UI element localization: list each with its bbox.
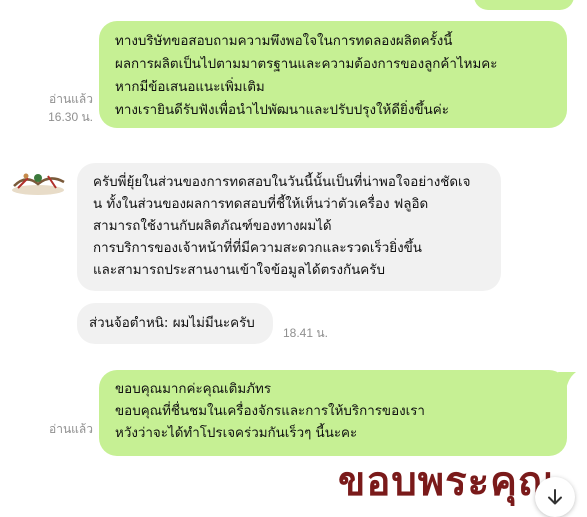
message-line: ผลการผลิตเป็นไปตามมาตรฐานและความต้องการข…: [115, 57, 498, 72]
received-message-bubble[interactable]: ส่วนจ้อตำหนิ: ผมไม่มีนะครับ: [77, 303, 273, 344]
message-time: 18.41 น.: [283, 326, 328, 340]
message-line: การบริการของเจ้าหน้าที่ที่มีความสะดวกและ…: [93, 241, 422, 256]
message-meta: อ่านแล้ว 16.30 น.: [13, 90, 93, 126]
message-line: ทางบริษัทขอสอบถามความพึงพอใจในการทดลองผล…: [115, 34, 453, 49]
message-line: น ทั้งในส่วนของผลการทดสอบที่ชี้ให้เห็นว่…: [93, 197, 429, 212]
message-line: ครับพี่ยุ้ยในส่วนของการทดสอบในวันนี้นั้น…: [93, 175, 471, 190]
bubble-tail: [558, 372, 576, 390]
message-line: หากมีข้อเสนอแนะเพิ่มเติม: [115, 80, 265, 95]
previous-message-bubble: [474, 0, 574, 10]
message-line: และสามารถประสานงานเข้าใจข้อมูลได้ตรงกันค…: [93, 263, 385, 278]
message-line: หวังว่าจะได้ทำโปรเจคร่วมกันเร็วๆ นี้นะคะ: [115, 426, 358, 441]
read-status: อ่านแล้ว: [49, 92, 93, 106]
message-line: ขอบคุณมากค่ะคุณเติมภัทร: [115, 382, 272, 397]
arrow-down-icon: [548, 489, 562, 505]
message-line: สามารถใช้งานกับผลิตภัณฑ์ของทางผมได้: [93, 219, 332, 234]
scroll-down-button[interactable]: [535, 477, 575, 517]
message-line: ขอบคุณที่ชื่นชมในเครื่องจักรและการให้บริ…: [115, 404, 425, 419]
message-line: ทางเรายินดีรับฟังเพื่อนำไปพัฒนาและปรับปร…: [115, 103, 449, 118]
received-message-bubble[interactable]: ครับพี่ยุ้ยในส่วนของการทดสอบในวันนี้นั้น…: [77, 163, 501, 291]
sticker-text: ขอบพระคุณ: [338, 459, 556, 505]
message-time: 16.30 น.: [48, 110, 93, 124]
read-status: อ่านแล้ว: [49, 422, 93, 436]
message-line: ส่วนจ้อตำหนิ: ผมไม่มีนะครับ: [89, 316, 255, 331]
avatar[interactable]: [8, 164, 68, 200]
sent-message-bubble[interactable]: ทางบริษัทขอสอบถามความพึงพอใจในการทดลองผล…: [99, 21, 567, 128]
sticker-image[interactable]: ขอบพระคุณ: [338, 452, 556, 512]
sent-message-bubble[interactable]: ขอบคุณมากค่ะคุณเติมภัทร ขอบคุณที่ชื่นชมใ…: [99, 370, 567, 456]
